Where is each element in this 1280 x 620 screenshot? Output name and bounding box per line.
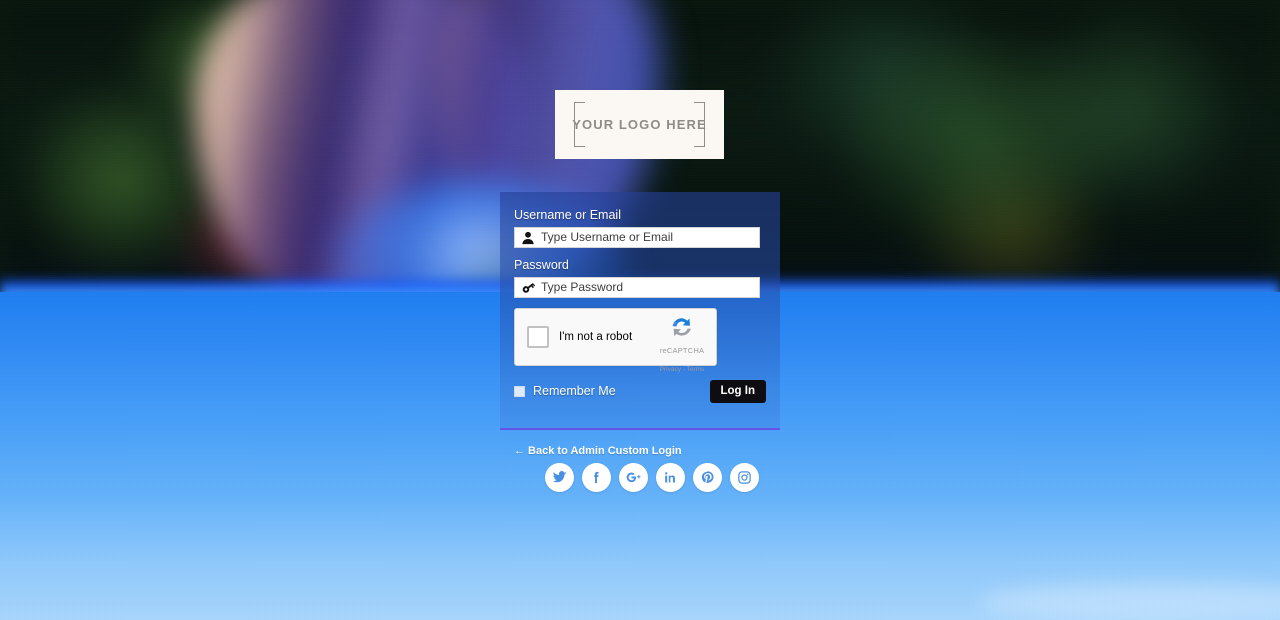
social-link-google-plus[interactable] (619, 463, 648, 492)
social-links-row (545, 463, 759, 492)
remember-me-label: Remember Me (533, 384, 616, 398)
logo-inner: YOUR LOGO HERE (572, 102, 707, 147)
back-to-admin-custom-login-link[interactable]: ← Back to Admin Custom Login (514, 445, 682, 457)
key-icon (515, 280, 541, 295)
recaptcha-label: I'm not a robot (559, 331, 633, 343)
username-input-wrapper[interactable]: Type Username or Email (514, 227, 760, 248)
password-label: Password (514, 258, 569, 272)
social-link-pinterest[interactable] (693, 463, 722, 492)
logo-text: YOUR LOGO HERE (572, 117, 707, 132)
password-placeholder: Type Password (541, 280, 624, 294)
login-button[interactable]: Log In (709, 379, 766, 403)
recaptcha-logo-icon (656, 314, 708, 340)
facebook-icon (589, 470, 604, 485)
social-link-facebook[interactable] (582, 463, 611, 492)
username-placeholder: Type Username or Email (541, 230, 674, 244)
login-form: Username or Email Type Username or Email… (500, 192, 780, 430)
recaptcha-branding: reCAPTCHA Privacy - Terms (656, 314, 708, 376)
logo-placeholder: YOUR LOGO HERE (555, 90, 724, 159)
social-link-instagram[interactable] (730, 463, 759, 492)
recaptcha-checkbox[interactable] (527, 326, 549, 348)
recaptcha-brand-text: reCAPTCHA (659, 346, 705, 355)
remember-me-checkbox[interactable] (514, 385, 525, 397)
remember-row: Remember Me Log In (514, 379, 766, 403)
username-label: Username or Email (514, 208, 621, 222)
bracket-right-icon (694, 102, 705, 147)
instagram-icon (737, 470, 752, 485)
pinterest-icon (700, 470, 715, 485)
social-link-twitter[interactable] (545, 463, 574, 492)
login-page: YOUR LOGO HERE Username or Email Type Us… (0, 0, 1280, 620)
recaptcha-privacy-terms-link[interactable]: Privacy - Terms (660, 366, 705, 373)
google-plus-icon (625, 469, 642, 486)
password-input-wrapper[interactable]: Type Password (514, 277, 760, 298)
twitter-icon (552, 470, 567, 485)
bracket-left-icon (574, 102, 585, 147)
recaptcha-widget[interactable]: I'm not a robot reCAPTCHA Privacy - Term… (514, 308, 717, 373)
linkedin-icon (663, 470, 678, 485)
social-link-linkedin[interactable] (656, 463, 685, 492)
user-icon (515, 231, 541, 245)
